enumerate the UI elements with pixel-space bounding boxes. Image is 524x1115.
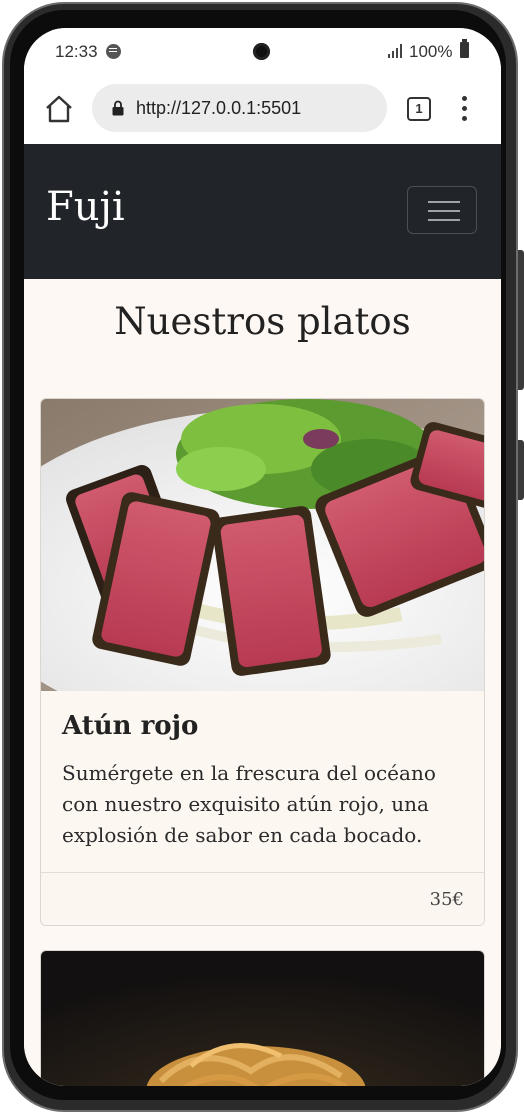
card-price: 35€ xyxy=(429,889,464,910)
hamburger-menu-icon[interactable] xyxy=(407,186,477,234)
address-bar[interactable]: http://127.0.0.1:5501 xyxy=(92,84,387,132)
more-vertical-icon[interactable] xyxy=(460,96,468,122)
navbar: Fuji xyxy=(24,144,501,279)
browser-toolbar: http://127.0.0.1:5501 1 xyxy=(24,76,501,144)
card-footer: 35€ xyxy=(41,872,484,925)
home-icon[interactable] xyxy=(44,94,74,124)
web-page: Fuji Nuestros platos Atún rojo Sumérgete… xyxy=(24,144,501,1086)
card-title: Atún rojo xyxy=(62,711,199,741)
url-text[interactable]: http://127.0.0.1:5501 xyxy=(136,98,301,119)
lock-icon xyxy=(112,100,124,116)
dish-image-2 xyxy=(41,951,484,1086)
phone-frame: 12:33 100% http://127.0.0.1:5501 1 Fuji … xyxy=(0,0,524,1115)
front-camera xyxy=(253,43,270,60)
status-time: 12:33 xyxy=(55,42,98,61)
dish-card-2 xyxy=(40,950,485,1086)
card-description: Sumérgete en la frescura del océano con … xyxy=(62,761,436,847)
battery-percentage: 100% xyxy=(409,42,453,61)
status-bar: 12:33 100% xyxy=(24,28,501,76)
spotify-icon xyxy=(106,44,121,59)
signal-icon xyxy=(388,44,404,58)
volume-button xyxy=(518,250,524,390)
dish-card: Atún rojo Sumérgete en la frescura del o… xyxy=(40,398,485,926)
brand-logo[interactable]: Fuji xyxy=(46,184,125,230)
section-title: Nuestros platos xyxy=(114,300,411,343)
tab-switcher-button[interactable]: 1 xyxy=(407,97,431,121)
dish-image xyxy=(41,399,484,691)
power-button xyxy=(518,440,524,500)
screen: 12:33 100% http://127.0.0.1:5501 1 Fuji … xyxy=(24,28,501,1086)
battery-icon xyxy=(460,39,469,58)
